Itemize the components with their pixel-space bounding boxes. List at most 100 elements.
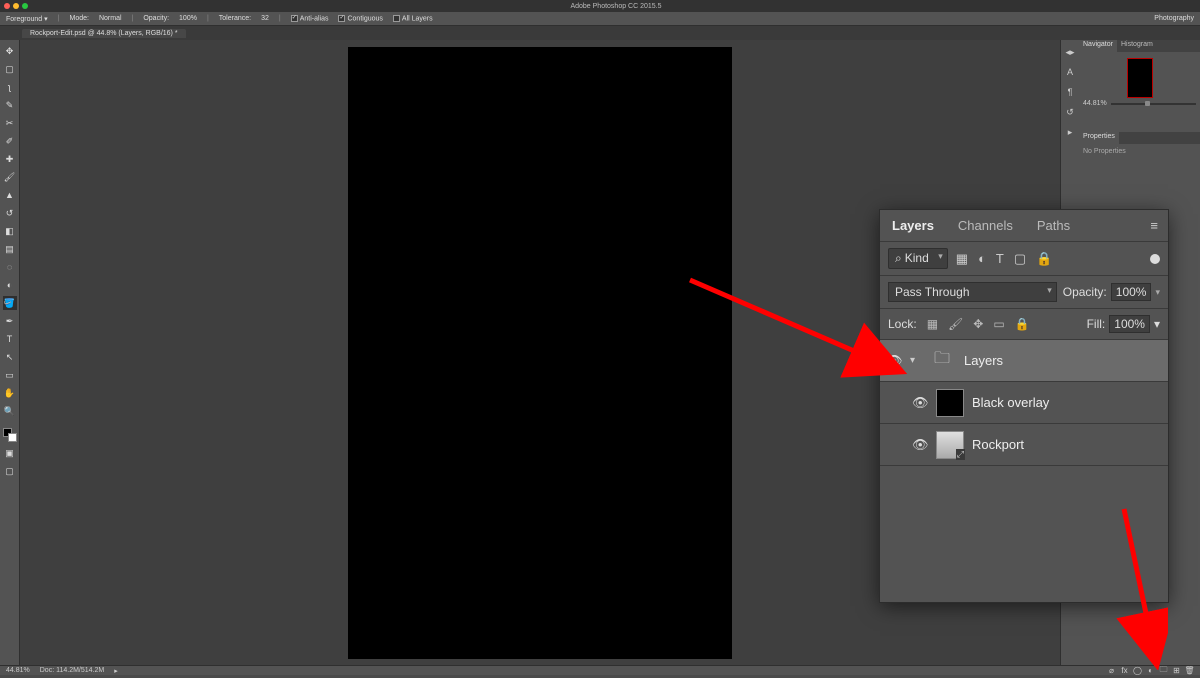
blend-mode-dropdown[interactable]: Pass Through bbox=[888, 282, 1057, 302]
fill-field[interactable]: 100% bbox=[1109, 315, 1150, 333]
opacity-field[interactable]: 100% bbox=[1111, 283, 1152, 301]
delete-layer-icon[interactable]: 🗑 bbox=[1185, 666, 1194, 675]
properties-empty-label: No Properties bbox=[1083, 148, 1126, 155]
tab-layers[interactable]: Layers bbox=[880, 210, 946, 241]
document-tab[interactable]: Rockport-Edit.psd @ 44.8% (Layers, RGB/1… bbox=[22, 29, 186, 38]
workspace-switcher[interactable]: Photography bbox=[1154, 15, 1194, 22]
link-layers-icon[interactable]: ⌀ bbox=[1107, 666, 1116, 675]
fill-caret-icon[interactable]: ▾ bbox=[1154, 317, 1160, 331]
visibility-toggle-icon[interactable]: 👁 bbox=[886, 353, 902, 369]
new-layer-icon[interactable]: ⊞ bbox=[1172, 666, 1181, 675]
background-swatch[interactable] bbox=[8, 433, 17, 442]
close-window-button[interactable] bbox=[4, 3, 10, 9]
group-disclosure-icon[interactable]: ▾ bbox=[910, 355, 920, 366]
opacity-caret-icon[interactable]: ▾ bbox=[1155, 287, 1160, 298]
move-tool-icon[interactable]: ✥ bbox=[3, 44, 17, 58]
status-doc-size[interactable]: Doc: 114.2M/514.2M bbox=[40, 667, 104, 674]
tab-paths[interactable]: Paths bbox=[1025, 210, 1082, 241]
layer-style-icon[interactable]: fx bbox=[1120, 666, 1129, 675]
layer-item[interactable]: 👁 Rockport bbox=[880, 424, 1168, 466]
filter-shape-icon[interactable]: ▢ bbox=[1014, 251, 1026, 267]
filter-smart-icon[interactable]: 🔒 bbox=[1036, 251, 1052, 267]
contiguous-label: Contiguous bbox=[347, 15, 382, 22]
window-controls bbox=[0, 3, 32, 9]
zoom-tool-icon[interactable]: 🔍 bbox=[3, 404, 17, 418]
lasso-tool-icon[interactable]: ʅ bbox=[3, 80, 17, 94]
lock-pixels-icon[interactable]: 🖌 bbox=[948, 317, 963, 331]
adjustment-layer-icon[interactable]: ◐ bbox=[1146, 666, 1155, 675]
status-zoom[interactable]: 44.81% bbox=[6, 667, 30, 674]
lock-transparency-icon[interactable]: ▦ bbox=[927, 317, 938, 331]
layer-filter-kind-dropdown[interactable]: Kind bbox=[888, 248, 948, 269]
layer-thumbnail bbox=[936, 389, 964, 417]
contiguous-checkbox[interactable] bbox=[338, 15, 345, 22]
status-bar: 44.81% Doc: 114.2M/514.2M ▸ ⌀ fx ◯ ◐ 🗀 ⊞… bbox=[0, 665, 1200, 675]
tab-navigator[interactable]: Navigator bbox=[1079, 40, 1117, 52]
hand-tool-icon[interactable]: ✋ bbox=[3, 386, 17, 400]
marquee-tool-icon[interactable]: ▢ bbox=[3, 62, 17, 76]
document-canvas[interactable] bbox=[348, 47, 732, 659]
screen-mode-icon[interactable]: ▢ bbox=[3, 464, 17, 478]
navigator-zoom-slider[interactable] bbox=[1111, 103, 1196, 105]
filter-adjustment-icon[interactable]: ◐ bbox=[978, 251, 986, 267]
type-tool-icon[interactable]: T bbox=[3, 332, 17, 346]
layer-mask-icon[interactable]: ◯ bbox=[1133, 666, 1142, 675]
layer-filter-icons: ▦ ◐ T ▢ 🔒 bbox=[956, 251, 1053, 267]
dodge-tool-icon[interactable]: ◐ bbox=[3, 278, 17, 292]
filter-pixel-icon[interactable]: ▦ bbox=[956, 251, 968, 267]
layer-thumbnail bbox=[936, 431, 964, 459]
crop-tool-icon[interactable]: ✂ bbox=[3, 116, 17, 130]
visibility-toggle-icon[interactable]: 👁 bbox=[912, 395, 928, 411]
lock-all-icon[interactable]: 🔒 bbox=[1015, 317, 1030, 331]
eraser-tool-icon[interactable]: ◧ bbox=[3, 224, 17, 238]
layer-name[interactable]: Layers bbox=[964, 353, 1003, 368]
panel-menu-icon[interactable]: ≡ bbox=[1140, 218, 1168, 233]
pen-tool-icon[interactable]: ✒ bbox=[3, 314, 17, 328]
document-tab-bar: Rockport-Edit.psd @ 44.8% (Layers, RGB/1… bbox=[0, 26, 1200, 40]
navigator-panel-tabs: Navigator Histogram bbox=[1079, 40, 1200, 52]
color-panel-icon[interactable]: A bbox=[1064, 66, 1076, 78]
eyedropper-tool-icon[interactable]: ✐ bbox=[3, 134, 17, 148]
lock-position-icon[interactable]: ✥ bbox=[973, 317, 983, 331]
brush-tool-icon[interactable]: 🖌 bbox=[3, 170, 17, 184]
layer-item[interactable]: 👁 Black overlay bbox=[880, 382, 1168, 424]
layer-group-item[interactable]: 👁 ▾ 🗀 Layers bbox=[880, 340, 1168, 382]
filter-type-icon[interactable]: T bbox=[996, 251, 1004, 267]
healing-tool-icon[interactable]: ✚ bbox=[3, 152, 17, 166]
minimize-window-button[interactable] bbox=[13, 3, 19, 9]
visibility-toggle-icon[interactable]: 👁 bbox=[912, 437, 928, 453]
mode-dropdown[interactable]: Normal bbox=[99, 15, 122, 22]
paint-bucket-tool-icon[interactable]: 🪣 bbox=[3, 296, 17, 310]
layers-panel: Layers Channels Paths ≡ Kind ▦ ◐ T ▢ 🔒 P… bbox=[880, 210, 1168, 602]
tab-properties[interactable]: Properties bbox=[1079, 132, 1119, 144]
all-layers-checkbox[interactable] bbox=[393, 15, 400, 22]
color-swatches[interactable] bbox=[3, 428, 17, 442]
options-bar: Foreground ▾ | Mode: Normal | Opacity: 1… bbox=[0, 12, 1200, 26]
tab-histogram[interactable]: Histogram bbox=[1117, 40, 1157, 52]
actions-panel-icon[interactable]: ▸ bbox=[1064, 126, 1076, 138]
new-group-icon[interactable]: 🗀 bbox=[1159, 666, 1168, 675]
path-select-tool-icon[interactable]: ↖ bbox=[3, 350, 17, 364]
navigator-thumbnail[interactable] bbox=[1127, 58, 1153, 98]
history-panel-icon[interactable]: ↺ bbox=[1064, 106, 1076, 118]
character-panel-icon[interactable]: ¶ bbox=[1064, 86, 1076, 98]
blur-tool-icon[interactable]: ◌ bbox=[3, 260, 17, 274]
panel-expand-icon[interactable]: ◂▸ bbox=[1064, 46, 1076, 58]
layer-filter-toggle[interactable] bbox=[1150, 254, 1160, 264]
layer-name[interactable]: Black overlay bbox=[972, 395, 1049, 410]
tolerance-value[interactable]: 32 bbox=[261, 15, 269, 22]
tool-preset-dropdown[interactable]: Foreground ▾ bbox=[6, 15, 48, 23]
rectangle-tool-icon[interactable]: ▭ bbox=[3, 368, 17, 382]
stamp-tool-icon[interactable]: ▲ bbox=[3, 188, 17, 202]
lock-artboard-icon[interactable]: ▭ bbox=[993, 317, 1004, 331]
gradient-tool-icon[interactable]: ▤ bbox=[3, 242, 17, 256]
maximize-window-button[interactable] bbox=[22, 3, 28, 9]
quick-mask-icon[interactable]: ▣ bbox=[3, 446, 17, 460]
quick-select-tool-icon[interactable]: ✎ bbox=[3, 98, 17, 112]
layer-name[interactable]: Rockport bbox=[972, 437, 1024, 452]
opacity-value[interactable]: 100% bbox=[179, 15, 197, 22]
navigator-zoom-value[interactable]: 44.81% bbox=[1083, 100, 1107, 107]
history-brush-tool-icon[interactable]: ↺ bbox=[3, 206, 17, 220]
antialias-checkbox[interactable] bbox=[291, 15, 298, 22]
tab-channels[interactable]: Channels bbox=[946, 210, 1025, 241]
